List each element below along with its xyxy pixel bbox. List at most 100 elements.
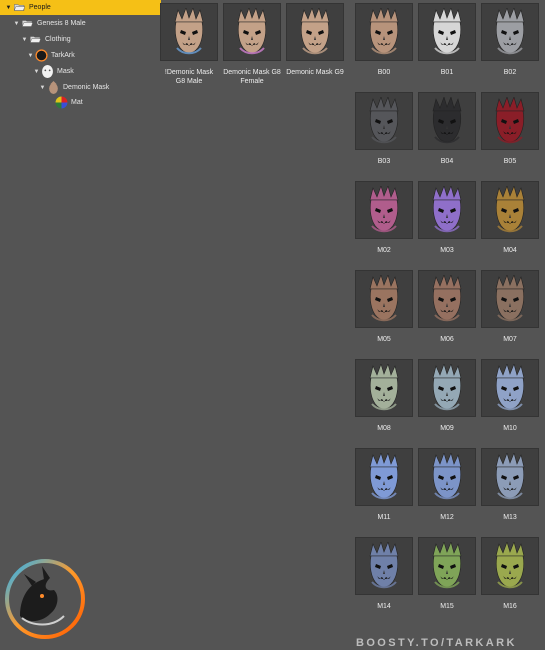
item-caption: M15: [440, 603, 454, 610]
thumbnail-frame[interactable]: [481, 92, 539, 150]
demonic-mask-thumbnail: [432, 97, 462, 144]
demonic-mask-thumbnail: [495, 97, 525, 144]
tree-item-label: Demonic Mask: [63, 84, 110, 91]
item-caption: M07: [503, 336, 517, 343]
demonic-mask-thumbnail: [432, 453, 462, 500]
tree-item-label: People: [29, 4, 51, 11]
product-item[interactable]: Demonic Mask G9: [286, 3, 344, 77]
thumbnail-frame[interactable]: [481, 537, 539, 595]
expand-arrow-icon[interactable]: ▼: [38, 85, 47, 91]
tree-item-tarkark[interactable]: ▼ TarkArk: [26, 48, 75, 63]
thumbnail-frame[interactable]: [355, 181, 413, 239]
demonic-mask-thumbnail: [432, 8, 462, 55]
thumbnail-frame[interactable]: [355, 448, 413, 506]
tree-item-label: Genesis 8 Male: [37, 20, 86, 27]
material-item[interactable]: B01: [418, 3, 476, 77]
thumbnail-frame[interactable]: [223, 3, 281, 61]
thumbnail-frame[interactable]: [418, 270, 476, 328]
demonic-mask-thumbnail: [495, 186, 525, 233]
demonic-mask-thumbnail: [369, 186, 399, 233]
demonic-mask-thumbnail: [237, 8, 267, 55]
thumbnail-frame[interactable]: [418, 537, 476, 595]
material-item[interactable]: M14: [355, 537, 413, 611]
demonic-mask-thumbnail: [495, 542, 525, 589]
item-caption: B02: [503, 69, 517, 76]
tree-item-label: TarkArk: [51, 52, 75, 59]
material-item[interactable]: B05: [481, 92, 539, 166]
tree-item-label: Clothing: [45, 36, 71, 43]
material-item[interactable]: M08: [355, 359, 413, 433]
thumbnail-frame[interactable]: [418, 3, 476, 61]
material-item[interactable]: M05: [355, 270, 413, 344]
thumbnail-frame[interactable]: [355, 537, 413, 595]
folder-open-icon: [29, 36, 42, 43]
item-caption: M12: [440, 514, 454, 521]
thumbnail-frame[interactable]: [418, 181, 476, 239]
thumbnail-frame[interactable]: [481, 3, 539, 61]
thumbnail-frame[interactable]: [355, 3, 413, 61]
expand-arrow-icon[interactable]: ▼: [26, 53, 35, 59]
tree-item-demonic-mask[interactable]: ▼ Demonic Mask: [38, 80, 109, 95]
material-item[interactable]: M12: [418, 448, 476, 522]
item-caption: M09: [440, 425, 454, 432]
thumbnail-frame[interactable]: [160, 3, 218, 61]
product-item[interactable]: !Demonic Mask G8 Male: [160, 3, 218, 86]
thumbnail-frame[interactable]: [418, 448, 476, 506]
thumbnail-frame[interactable]: [355, 270, 413, 328]
material-item[interactable]: M09: [418, 359, 476, 433]
material-item[interactable]: M07: [481, 270, 539, 344]
material-item[interactable]: M10: [481, 359, 539, 433]
expand-arrow-icon[interactable]: ▼: [12, 21, 21, 27]
material-item[interactable]: B03: [355, 92, 413, 166]
expand-arrow-icon[interactable]: ▼: [4, 5, 13, 11]
material-item[interactable]: M04: [481, 181, 539, 255]
material-item[interactable]: M02: [355, 181, 413, 255]
material-item[interactable]: B02: [481, 3, 539, 77]
material-item[interactable]: M11: [355, 448, 413, 522]
thumbnail-frame[interactable]: [418, 92, 476, 150]
product-item[interactable]: Demonic Mask G8 Female: [223, 3, 281, 86]
thumbnail-frame[interactable]: [355, 359, 413, 417]
item-caption: B00: [377, 69, 391, 76]
thumbnail-frame[interactable]: [481, 181, 539, 239]
demonic-mask-thumbnail: [369, 364, 399, 411]
thumbnail-frame[interactable]: [418, 359, 476, 417]
material-item[interactable]: M13: [481, 448, 539, 522]
item-caption: M06: [440, 336, 454, 343]
demonic-mask-thumbnail: [495, 8, 525, 55]
tree-item-clothing[interactable]: ▼ Clothing: [20, 32, 71, 47]
item-caption: M11: [377, 514, 391, 521]
item-caption: B04: [440, 158, 454, 165]
tree-item-mask[interactable]: ▼ Mask: [32, 64, 74, 79]
thumbnail-frame[interactable]: [286, 3, 344, 61]
demonic-mask-icon: [49, 81, 58, 94]
thumbnail-frame[interactable]: [481, 359, 539, 417]
thumbnail-frame[interactable]: [481, 270, 539, 328]
item-caption: M03: [440, 247, 454, 254]
material-item[interactable]: M16: [481, 537, 539, 611]
expand-arrow-icon[interactable]: ▼: [32, 69, 41, 75]
tree-item-genesis-8-male[interactable]: ▼ Genesis 8 Male: [12, 16, 86, 31]
material-item[interactable]: M15: [418, 537, 476, 611]
thumbnail-frame[interactable]: [355, 92, 413, 150]
demonic-mask-thumbnail: [369, 542, 399, 589]
tree-item-people[interactable]: ▼ People: [0, 0, 161, 15]
item-caption: M02: [377, 247, 391, 254]
material-item[interactable]: M03: [418, 181, 476, 255]
demonic-mask-thumbnail: [432, 186, 462, 233]
color-wheel-icon: [55, 96, 68, 109]
tree-item-mat[interactable]: Mat: [46, 95, 83, 110]
demonic-mask-thumbnail: [369, 97, 399, 144]
demonic-mask-thumbnail: [174, 8, 204, 55]
material-item[interactable]: B04: [418, 92, 476, 166]
demonic-mask-thumbnail: [432, 364, 462, 411]
material-item[interactable]: B00: [355, 3, 413, 77]
demonic-mask-thumbnail: [369, 275, 399, 322]
item-caption: M16: [503, 603, 517, 610]
thumbnail-frame[interactable]: [481, 448, 539, 506]
item-caption: M13: [503, 514, 517, 521]
demonic-mask-thumbnail: [300, 8, 330, 55]
item-caption: B05: [503, 158, 517, 165]
material-item[interactable]: M06: [418, 270, 476, 344]
expand-arrow-icon[interactable]: ▼: [20, 37, 29, 43]
